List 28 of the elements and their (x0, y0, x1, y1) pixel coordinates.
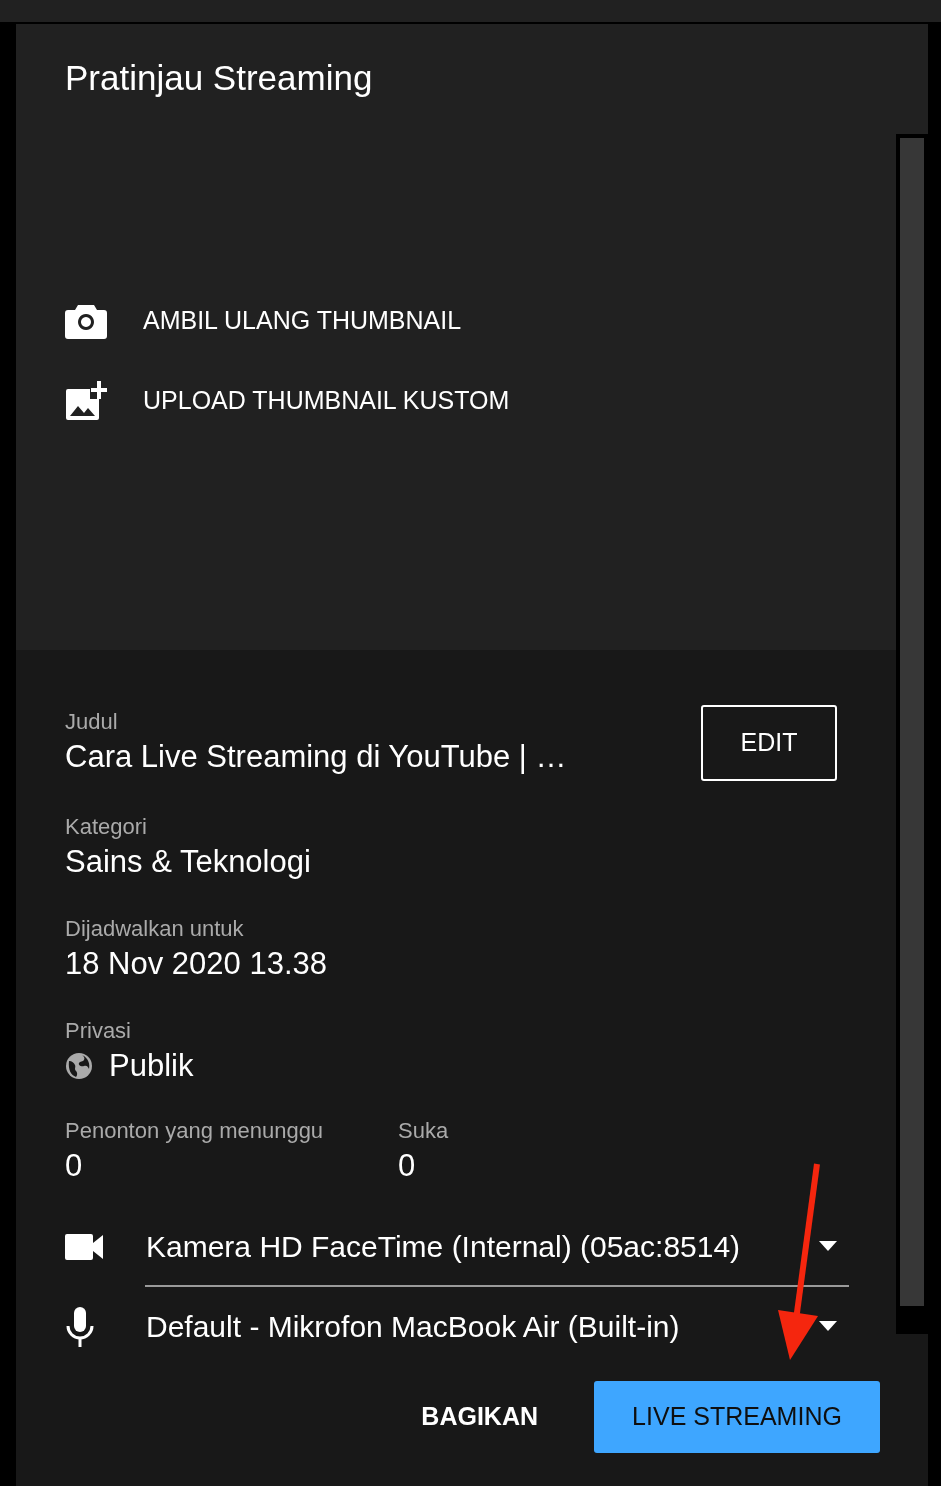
stat-label: Penonton yang menunggu (65, 1117, 324, 1145)
field-value: 18 Nov 2020 13.38 (65, 945, 327, 983)
retake-thumbnail-button[interactable]: AMBIL ULANG THUMBNAIL (65, 298, 462, 344)
dialog-title: Pratinjau Streaming (65, 57, 373, 99)
field-label: Dijadwalkan untuk (65, 915, 244, 943)
dropdown-caret-icon (819, 1241, 837, 1251)
stat-label: Suka (398, 1117, 449, 1145)
field-value: Cara Live Streaming di YouTube | … (65, 738, 567, 776)
scrollbar-thumb[interactable] (900, 138, 924, 1306)
privacy-value: Publik (109, 1047, 194, 1085)
upload-thumbnail-button[interactable]: UPLOAD THUMBNAIL KUSTOM (65, 378, 510, 424)
video-camera-icon (65, 1234, 103, 1260)
edit-button[interactable]: EDIT (701, 705, 837, 781)
dropdown-caret-icon (819, 1321, 837, 1331)
microphone-icon (65, 1307, 95, 1347)
field-label: Kategori (65, 813, 147, 841)
stat-value: 0 (398, 1147, 416, 1185)
camera-select[interactable]: Kamera HD FaceTime (Internal) (05ac:8514) (145, 1207, 849, 1287)
share-button[interactable]: BAGIKAN (381, 1381, 578, 1453)
add-image-icon (65, 381, 107, 421)
camera-icon (65, 303, 107, 339)
globe-icon (65, 1052, 93, 1080)
field-value: Sains & Teknologi (65, 843, 311, 881)
microphone-select[interactable]: Default - Mikrofon MacBook Air (Built-in) (145, 1287, 849, 1367)
live-streaming-button[interactable]: LIVE STREAMING (594, 1381, 880, 1453)
stat-value: 0 (65, 1147, 83, 1185)
field-label: Judul (65, 708, 118, 736)
field-label: Privasi (65, 1017, 131, 1045)
